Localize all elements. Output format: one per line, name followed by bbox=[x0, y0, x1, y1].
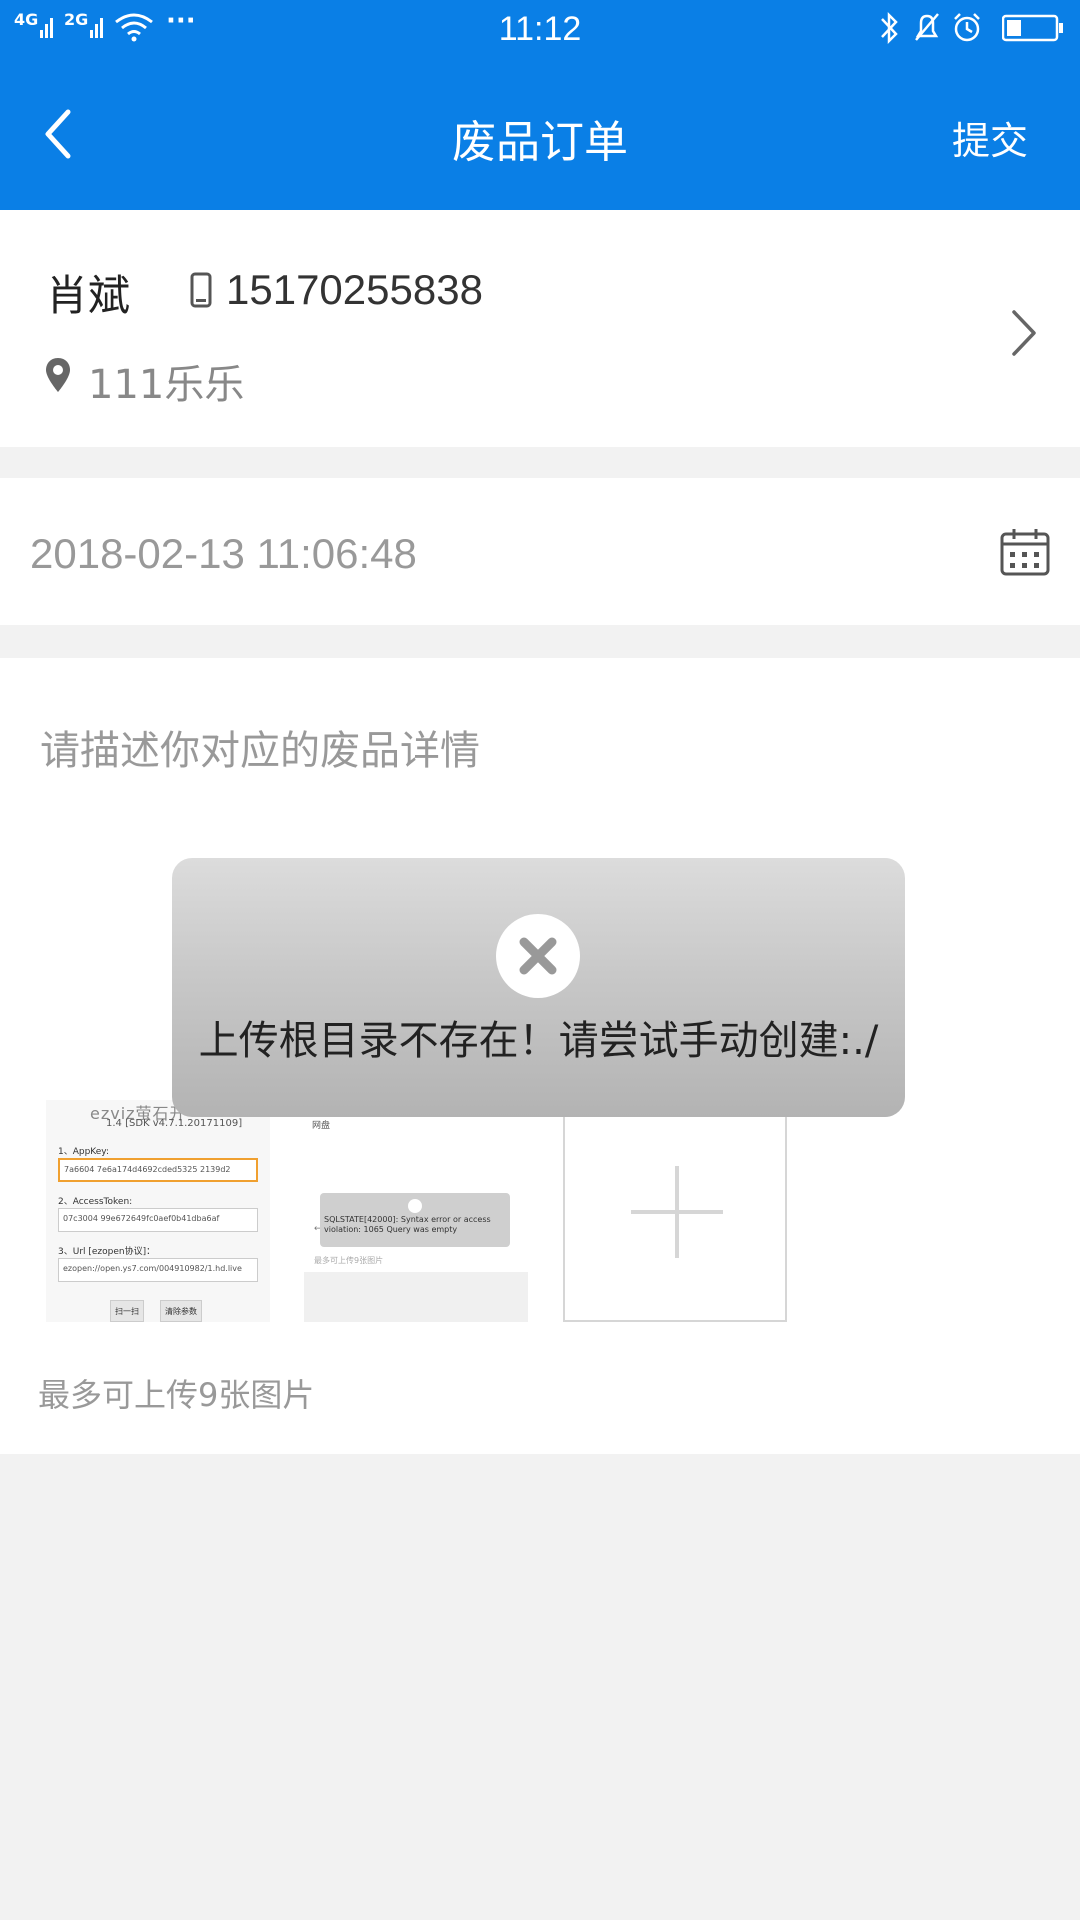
thumb1-url-label: 3、Url [ezopen协议]： bbox=[58, 1247, 156, 1257]
thumb1-appkey-field: 7a6604 7e6a174d4692cded5325 2139d2 bbox=[58, 1158, 258, 1182]
phone-icon bbox=[190, 272, 212, 308]
error-toast: 上传根目录不存在！请尝试手动创建:./ bbox=[172, 858, 905, 1117]
thumb1-token-label: 2、AccessToken: bbox=[58, 1197, 133, 1207]
thumb1-version: 1.4 [SDK v4.7.1.20171109] bbox=[106, 1118, 243, 1129]
thumb1-clear-button: 清除参数 bbox=[160, 1300, 202, 1322]
app-header: 废品订单 提交 bbox=[0, 58, 1080, 210]
status-bar: 4G 2G ··· 11:12 bbox=[0, 0, 1080, 58]
chevron-right-icon bbox=[1012, 310, 1036, 356]
plus-icon-v bbox=[675, 1166, 679, 1258]
thumb1-url-field: ezopen://open.ys7.com/004910982/1.hd.liv… bbox=[58, 1258, 258, 1282]
thumb1-token-field: 07c3004 99e672649fc0aef0b41dba6af bbox=[58, 1208, 258, 1232]
contact-phone: 15170255838 bbox=[226, 266, 483, 313]
thumb1-appkey-label: 1、AppKey: bbox=[58, 1147, 110, 1157]
thumb1-scan-button: 扫一扫 bbox=[110, 1300, 144, 1322]
mute-icon bbox=[915, 13, 939, 41]
alarm-icon bbox=[954, 13, 980, 42]
add-image-button[interactable] bbox=[563, 1100, 787, 1322]
thumb2-error-text: SQLSTATE[42000]: Syntax error or access … bbox=[324, 1215, 491, 1234]
thumb2-footer-text: 最多可上传9张图片 bbox=[314, 1256, 384, 1265]
error-toast-message: 上传根目录不存在！请尝试手动创建:./ bbox=[198, 1018, 879, 1064]
description-input[interactable]: 请描述你对应的废品详情 bbox=[40, 718, 480, 776]
thumb2-bottom-panel bbox=[304, 1272, 528, 1322]
uploaded-image-2[interactable]: 网盘 ← SQLSTATE[42000]: Syntax error or ac… bbox=[304, 1100, 528, 1322]
thumb2-error-toast: SQLSTATE[42000]: Syntax error or access … bbox=[320, 1193, 510, 1247]
uploaded-image-1[interactable]: ezviz萤石开 1.4 [SDK v4.7.1.20171109] 1、App… bbox=[46, 1100, 270, 1322]
bluetooth-icon bbox=[881, 11, 898, 45]
page-title: 废品订单 bbox=[452, 117, 628, 168]
contact-name: 肖斌 bbox=[46, 271, 131, 320]
submit-button[interactable]: 提交 bbox=[952, 110, 1028, 165]
thumb2-close-icon bbox=[408, 1199, 422, 1213]
calendar-icon[interactable] bbox=[1000, 528, 1050, 576]
order-date: 2018-02-13 11:06:48 bbox=[30, 530, 417, 577]
upload-limit-hint: 最多可上传9张图片 bbox=[38, 1376, 315, 1414]
contact-card[interactable]: 肖斌 15170255838 111乐乐 bbox=[0, 210, 1080, 447]
battery-icon bbox=[1002, 14, 1063, 42]
contact-address: 111乐乐 bbox=[88, 362, 245, 408]
thumb2-top-text: 网盘 bbox=[312, 1121, 331, 1131]
location-pin-icon bbox=[46, 358, 70, 392]
error-close-icon bbox=[496, 914, 580, 998]
date-picker-row[interactable]: 2018-02-13 11:06:48 bbox=[0, 478, 1080, 625]
